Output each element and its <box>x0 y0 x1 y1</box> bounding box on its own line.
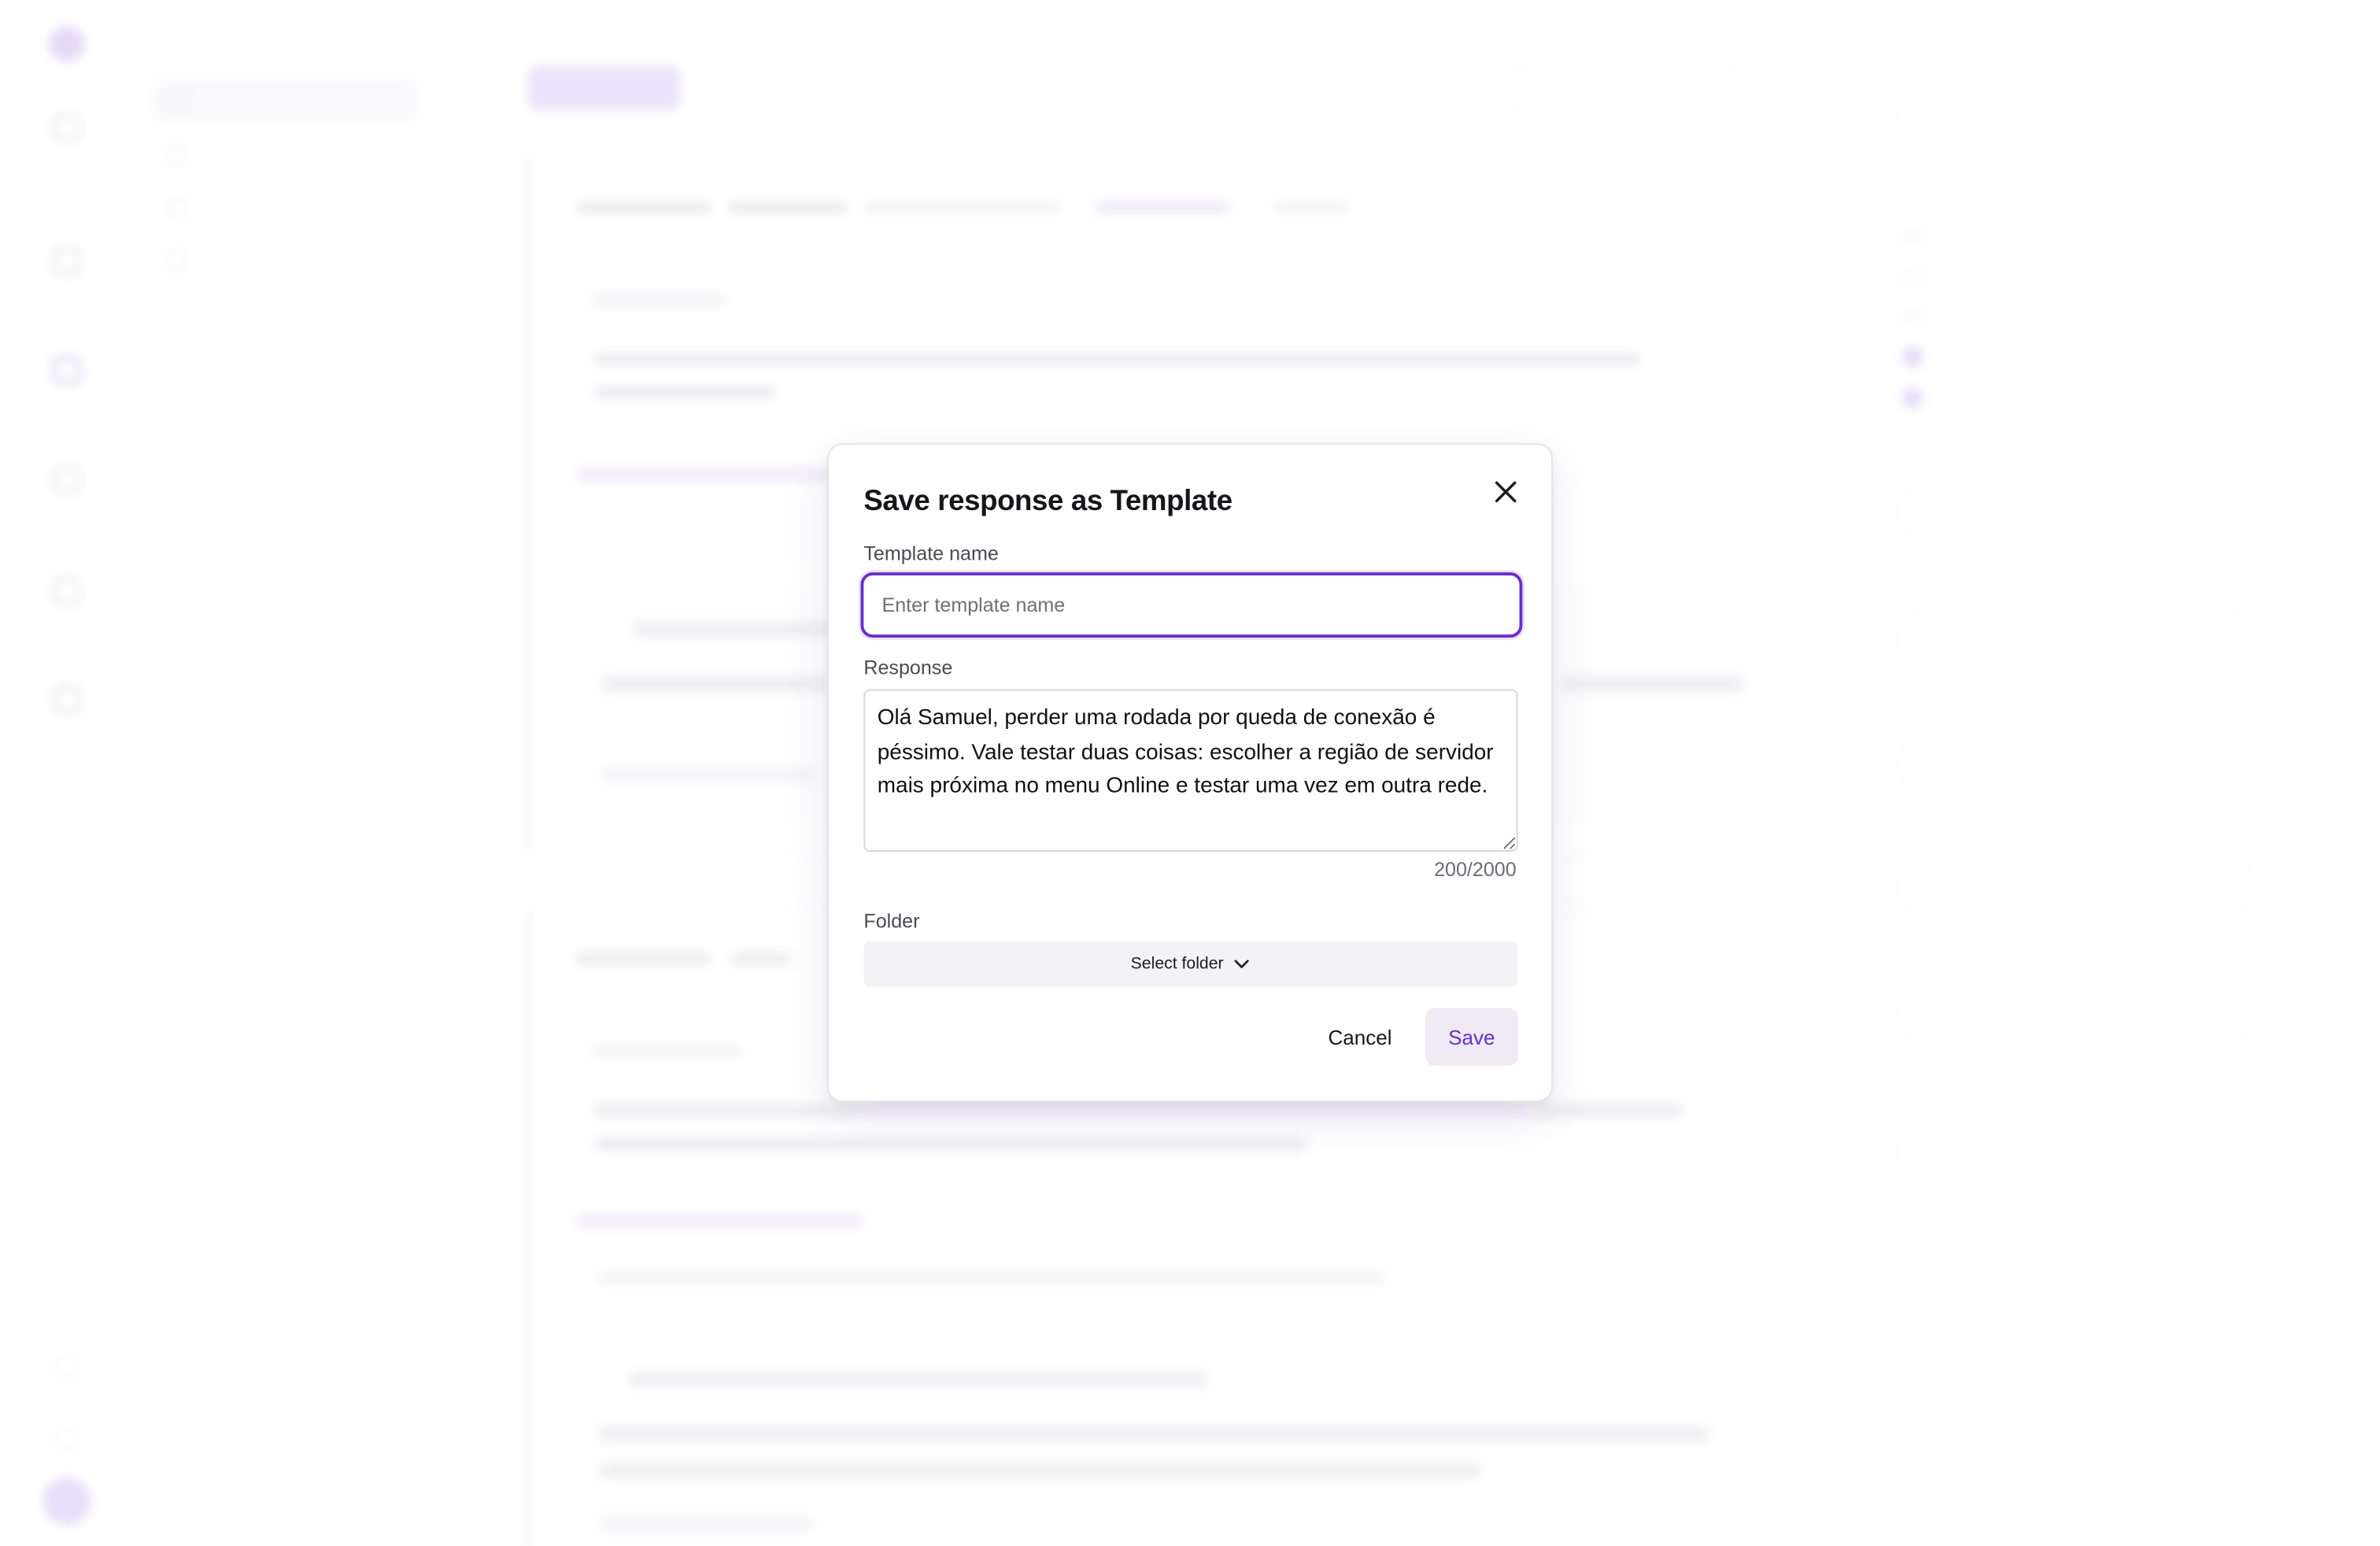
close-icon <box>1495 481 1517 503</box>
folder-select-label: Select folder <box>1130 955 1224 974</box>
response-label: Response <box>863 656 953 679</box>
folder-select[interactable]: Select folder <box>863 941 1518 987</box>
save-button[interactable]: Save <box>1425 1008 1518 1066</box>
template-name-input[interactable] <box>860 572 1523 638</box>
modal-title: Save response as Template <box>863 486 1232 518</box>
save-template-modal: Save response as Template Template name … <box>827 443 1553 1103</box>
cancel-button[interactable]: Cancel <box>1311 1008 1408 1066</box>
folder-label: Folder <box>863 909 920 933</box>
character-count: 200/2000 <box>1434 857 1517 881</box>
close-button[interactable] <box>1488 474 1524 510</box>
response-textarea[interactable] <box>863 689 1518 852</box>
template-name-label: Template name <box>863 542 999 565</box>
chevron-down-icon <box>1234 960 1249 968</box>
